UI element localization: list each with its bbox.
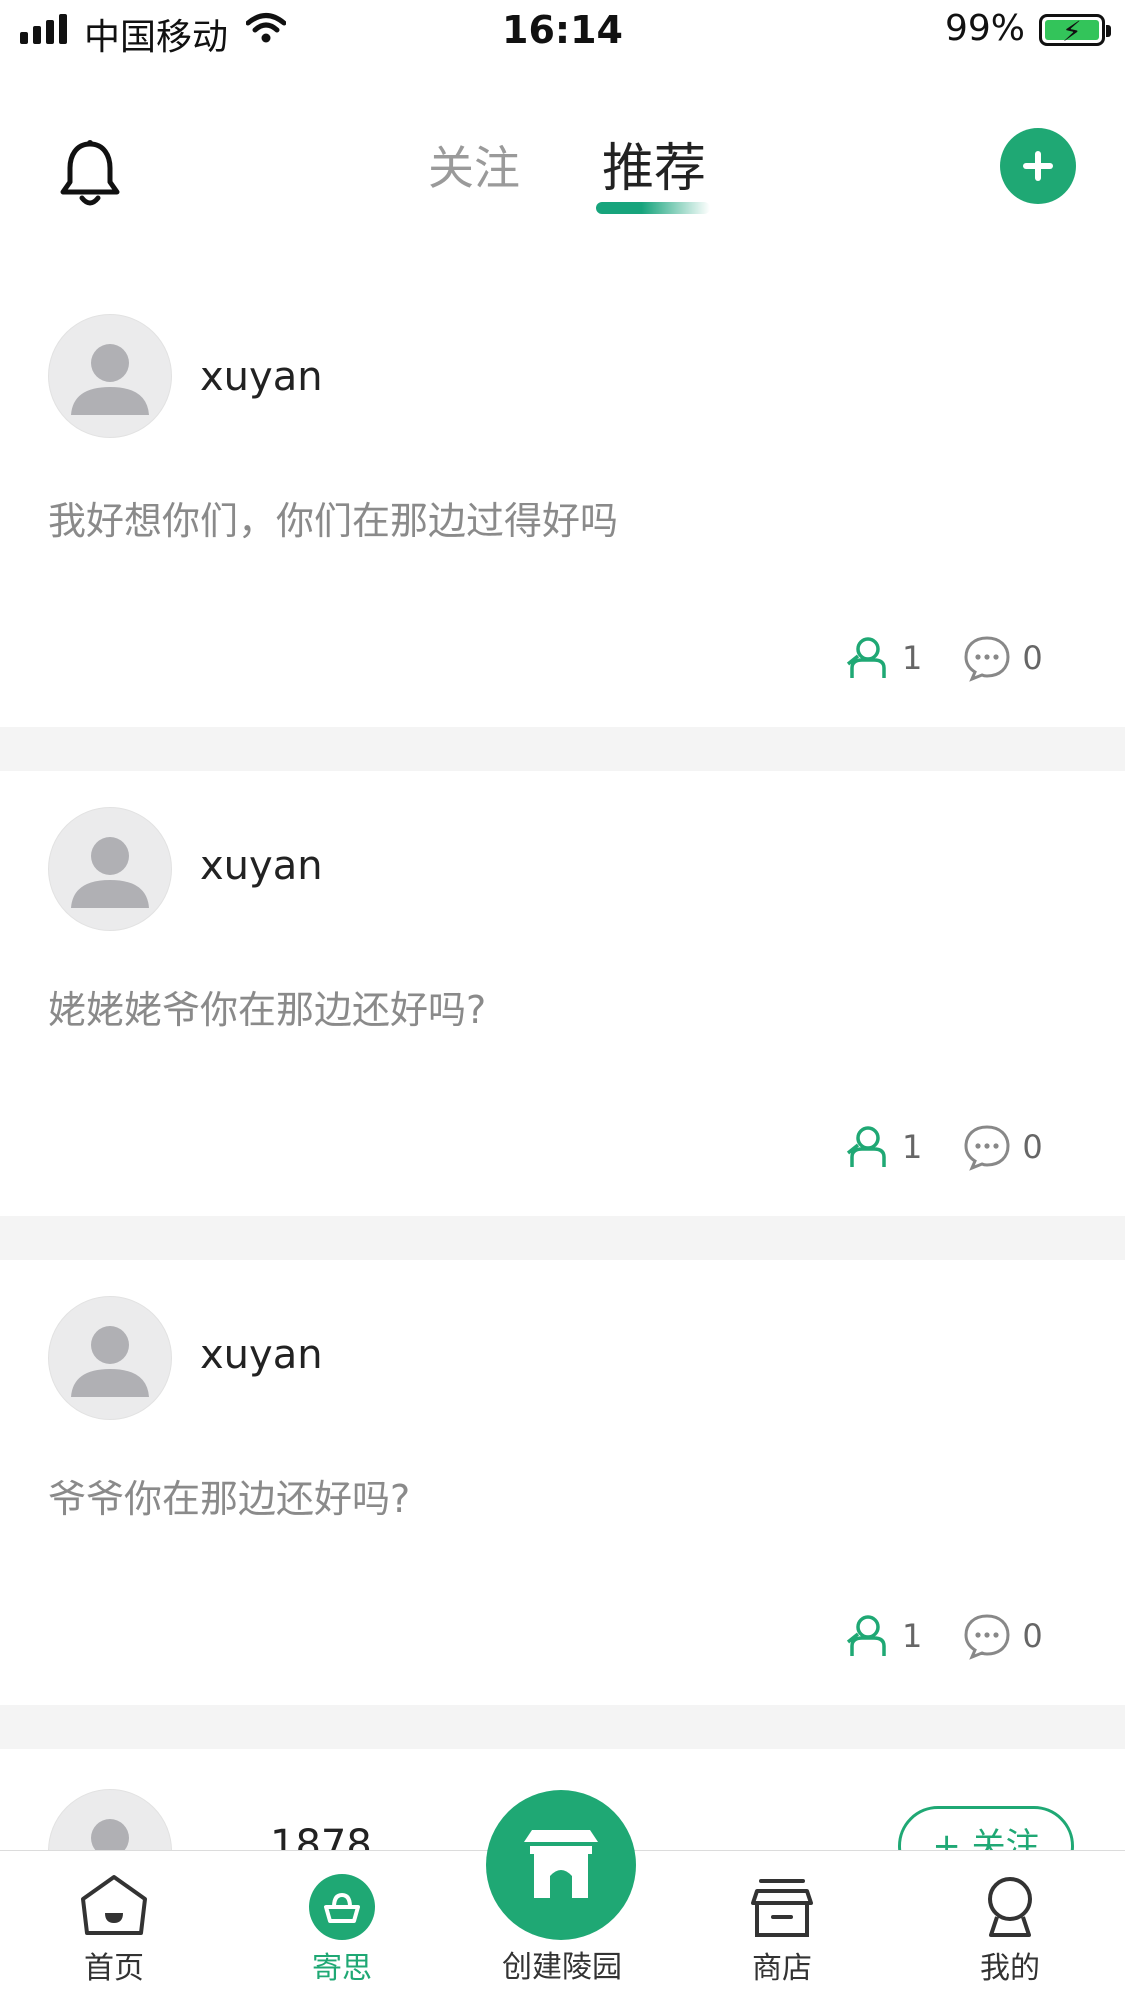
comment-count: 0 (1022, 639, 1043, 677)
status-bar: 中国移动 16:14 99% ⚡ (0, 0, 1125, 62)
profile-icon (988, 1877, 1032, 1937)
follow-button[interactable]: + 关注 (898, 1806, 1074, 1850)
tab-recommend[interactable]: 推荐 (602, 126, 706, 201)
like-count: 1 (902, 1617, 923, 1655)
comment-icon[interactable] (962, 634, 1012, 682)
post-card[interactable]: xuyan 我好想你们，你们在那边过得好吗 1 0 (0, 290, 1125, 727)
avatar[interactable] (48, 1296, 172, 1420)
comment-count: 0 (1022, 1128, 1043, 1166)
like-count: 1 (902, 1128, 923, 1166)
post-stats: 1 0 (844, 634, 1043, 682)
tab-store-label: 商店 (752, 1951, 812, 1986)
remembrance-icon[interactable] (844, 634, 892, 682)
comment-icon[interactable] (962, 1123, 1012, 1171)
home-icon (81, 1875, 147, 1935)
memorial-gate-icon (524, 1830, 598, 1898)
store-icon (751, 1879, 813, 1937)
tab-profile-label: 我的 (980, 1951, 1040, 1986)
feed-divider (0, 727, 1125, 771)
add-post-button[interactable] (1000, 128, 1076, 204)
post-stats: 1 0 (844, 1612, 1043, 1660)
avatar[interactable] (48, 1789, 172, 1850)
active-tab-indicator (596, 202, 710, 214)
plus-icon (1023, 151, 1053, 181)
like-count: 1 (902, 639, 923, 677)
tab-home-label: 首页 (84, 1951, 144, 1986)
post-content: 我好想你们，你们在那边过得好吗 (48, 499, 619, 543)
remembrance-icon[interactable] (844, 1612, 892, 1660)
post-card[interactable]: xuyan 爷爷你在那边还好吗? 1 0 (0, 1260, 1125, 1705)
remembrance-icon[interactable] (844, 1123, 892, 1171)
battery-icon: ⚡ (1039, 14, 1111, 48)
battery-percent: 99% (944, 8, 1025, 49)
avatar[interactable] (48, 807, 172, 931)
post-card[interactable]: xuyan 姥姥姥爷你在那边还好吗? 1 0 (0, 771, 1125, 1216)
feed-divider (0, 1216, 1125, 1260)
username[interactable]: xuyan (200, 354, 323, 400)
tab-follow[interactable]: 关注 (428, 132, 520, 198)
post-content: 姥姥姥爷你在那边还好吗? (48, 988, 487, 1032)
feed-divider (0, 1705, 1125, 1749)
offering-basket-icon (309, 1874, 375, 1940)
username[interactable]: 1878 (270, 1822, 372, 1850)
comment-count: 0 (1022, 1617, 1043, 1655)
username[interactable]: xuyan (200, 843, 323, 889)
post-stats: 1 0 (844, 1123, 1043, 1171)
post-content: 爷爷你在那边还好吗? (48, 1477, 411, 1521)
create-memorial-button[interactable] (486, 1790, 636, 1940)
avatar[interactable] (48, 314, 172, 438)
username[interactable]: xuyan (200, 1332, 323, 1378)
bell-icon[interactable] (58, 138, 122, 210)
comment-icon[interactable] (962, 1612, 1012, 1660)
tab-offering-label: 寄思 (312, 1951, 372, 1986)
create-memorial-label: 创建陵园 (502, 1950, 622, 1985)
